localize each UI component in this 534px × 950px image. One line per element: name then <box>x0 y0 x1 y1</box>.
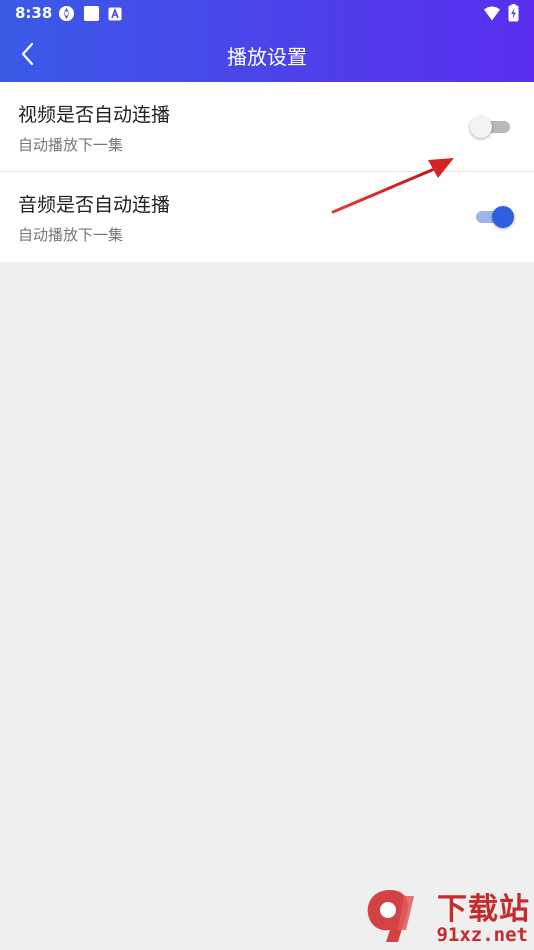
app-bar: 播放设置 <box>0 28 534 82</box>
setting-subtitle: 自动播放下一集 <box>18 136 124 154</box>
watermark: 下载站 91xz.net <box>360 884 530 948</box>
toggle-thumb <box>470 116 492 138</box>
app-icon <box>58 5 75 22</box>
toggle-thumb <box>492 206 514 228</box>
a-badge-icon <box>108 7 122 21</box>
watermark-url: 91xz.net <box>436 924 528 946</box>
watermark-text: 下载站 <box>437 892 530 927</box>
settings-list: 视频是否自动连播 自动播放下一集 音频是否自动连播 自动播放下一集 <box>0 82 534 262</box>
watermark-logo-icon <box>367 890 414 942</box>
status-time: 8:38 <box>15 4 53 22</box>
status-bar: 8:38 <box>0 0 534 28</box>
battery-icon <box>508 4 519 22</box>
setting-title: 视频是否自动连播 <box>18 104 171 126</box>
page-title: 播放设置 <box>227 45 307 69</box>
setting-subtitle: 自动播放下一集 <box>18 226 124 244</box>
setting-row-audio-autoplay[interactable]: 音频是否自动连播 自动播放下一集 <box>0 172 534 262</box>
video-autoplay-toggle[interactable] <box>470 115 514 138</box>
square-icon <box>83 5 100 22</box>
wifi-icon <box>484 6 500 21</box>
audio-autoplay-toggle[interactable] <box>474 205 514 228</box>
top-bar: 8:38 播放设置 <box>0 0 534 82</box>
setting-title: 音频是否自动连播 <box>18 194 171 216</box>
setting-row-video-autoplay[interactable]: 视频是否自动连播 自动播放下一集 <box>0 82 534 172</box>
